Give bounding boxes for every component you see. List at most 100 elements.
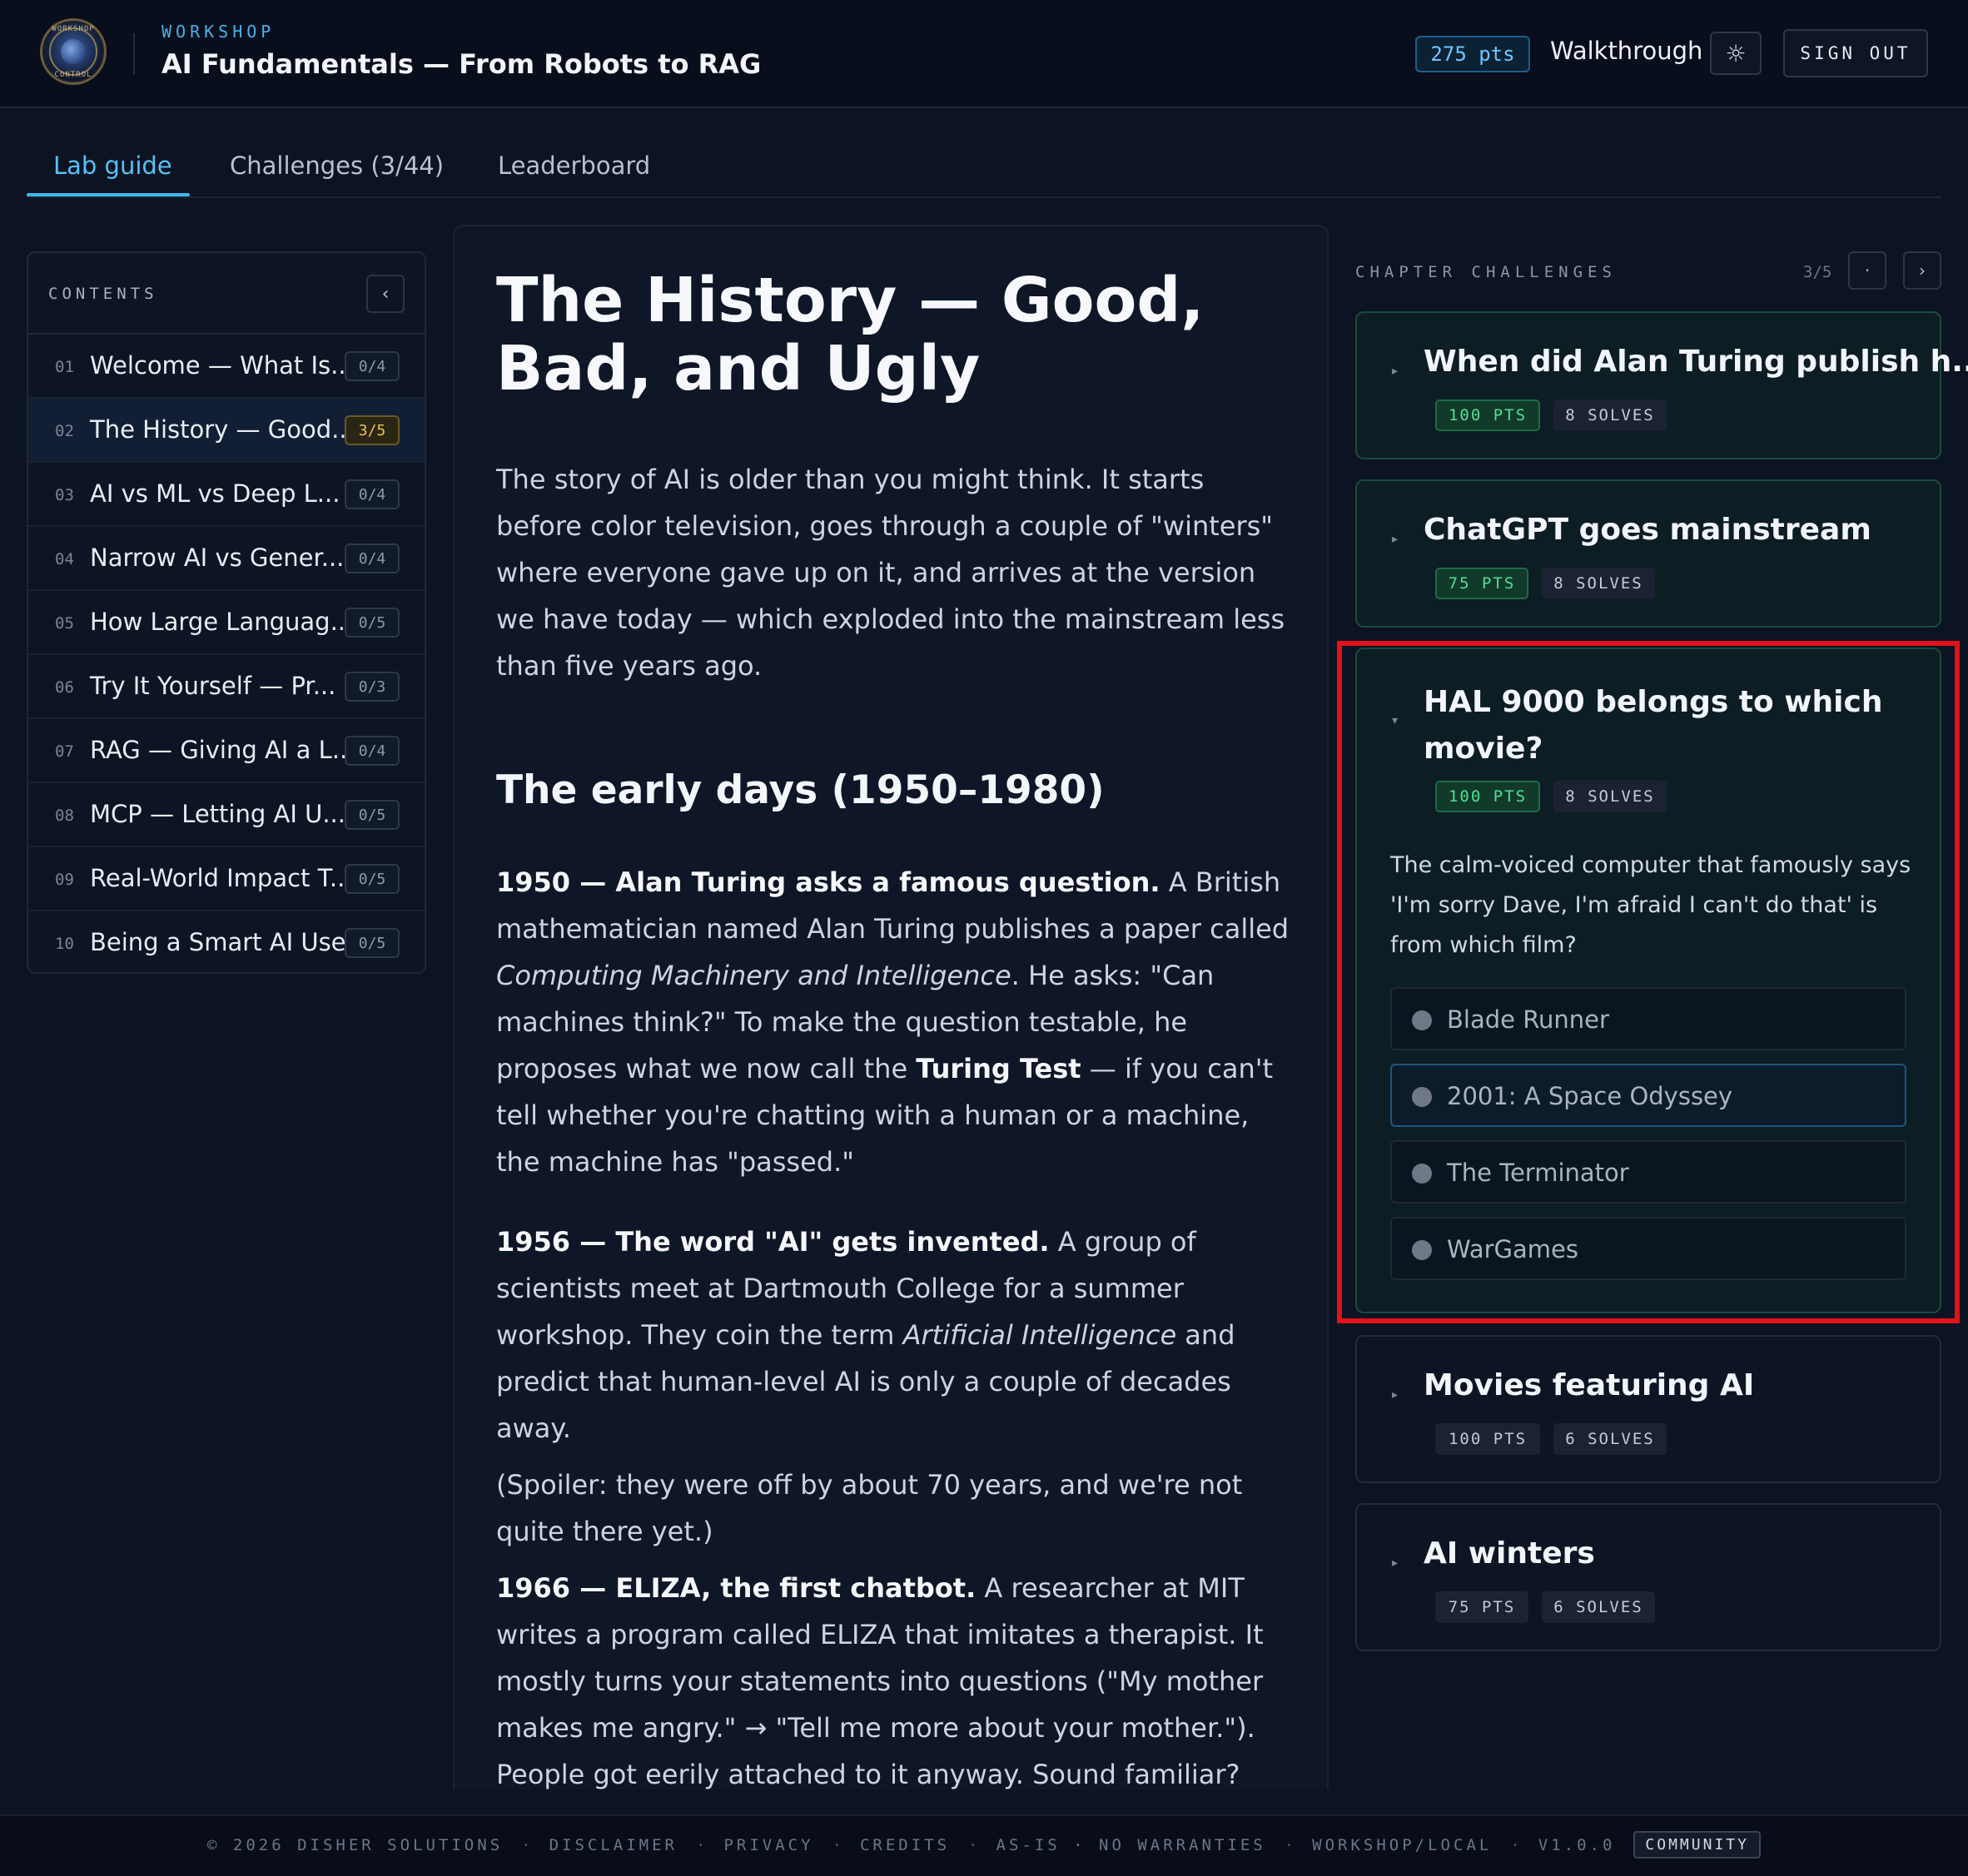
collapse-sidebar-button[interactable]: ‹	[366, 275, 405, 313]
sidebar-item-label: Real-World Impact T...	[90, 864, 353, 892]
sidebar-item-number: 02	[55, 422, 74, 440]
tab-challenges[interactable]: Challenges (3/44)	[230, 151, 444, 180]
sidebar-item[interactable]: 01 Welcome — What Is... 0/4	[28, 335, 425, 399]
sidebar-item-label: Welcome — What Is...	[90, 351, 354, 380]
walkthrough-link[interactable]: Walkthrough	[1550, 37, 1702, 65]
points-badge: 100 PTS	[1435, 781, 1540, 812]
footer-separator: ·	[1284, 1835, 1295, 1854]
sidebar-item-number: 08	[55, 806, 74, 825]
sidebar-item-number: 03	[55, 486, 74, 504]
solves-badge: 8 SOLVES	[1553, 781, 1667, 812]
progress-badge: 0/4	[345, 479, 400, 509]
footer-separator: ·	[521, 1835, 531, 1854]
theme-toggle-button[interactable]: ☼	[1710, 32, 1762, 75]
sidebar-item-number: 01	[55, 358, 74, 376]
answer-option[interactable]: WarGames	[1390, 1217, 1906, 1280]
footer-separator: ·	[832, 1835, 842, 1854]
progress-badge: 0/5	[345, 928, 400, 958]
lab-guide-article: The History — Good, Bad, and Ugly The st…	[453, 225, 1329, 1789]
sidebar-item-label: RAG — Giving AI a L...	[90, 736, 355, 764]
paragraph-1956: 1956 — The word "AI" gets invented. A gr…	[496, 1226, 1235, 1444]
header-kicker: WORKSHOP	[162, 22, 276, 42]
sidebar-item[interactable]: 02 The History — Good... 3/5	[28, 399, 425, 463]
footer-link[interactable]: DISCLAIMER	[549, 1836, 678, 1854]
sidebar-item[interactable]: 10 Being a Smart AI User 0/5	[28, 911, 425, 972]
radio-dot-icon	[1412, 1164, 1432, 1184]
footer-link[interactable]: V1.0.0	[1538, 1836, 1616, 1854]
sidebar-item-number: 05	[55, 614, 74, 633]
challenge-card[interactable]: ▸ AI winters 75 PTS 6 SOLVES	[1355, 1503, 1941, 1651]
sidebar-item[interactable]: 08 MCP — Letting AI U... 0/5	[28, 783, 425, 847]
challenge-title: When did Alan Turing publish h...	[1424, 345, 1968, 379]
radio-dot-icon	[1412, 1240, 1432, 1260]
paragraph-spoiler: (Spoiler: they were off by about 70 year…	[496, 1469, 1243, 1547]
challenge-card-expanded: ▾ HAL 9000 belongs to which movie? 100 P…	[1355, 648, 1941, 1313]
progress-badge: 0/4	[345, 543, 400, 573]
footer-link[interactable]: PRIVACY	[723, 1836, 813, 1854]
answer-option[interactable]: The Terminator	[1390, 1140, 1906, 1204]
community-badge[interactable]: COMMUNITY	[1633, 1831, 1761, 1859]
caret-right-icon: ▸	[1392, 1556, 1399, 1570]
progress-badge: 0/3	[345, 672, 400, 702]
caret-right-icon: ▸	[1392, 1388, 1399, 1402]
sun-icon: ☼	[1725, 39, 1747, 67]
challenge-card[interactable]: ▸ ChatGPT goes mainstream 75 PTS 8 SOLVE…	[1355, 479, 1941, 628]
challenge-title: AI winters	[1424, 1536, 1595, 1571]
footer-link[interactable]: WORKSHOP/LOCAL	[1312, 1836, 1492, 1854]
contents-sidebar: CONTENTS ‹ 01 Welcome — What Is... 0/4 02 Th…	[27, 251, 426, 974]
points-badge: 275 pts	[1415, 36, 1530, 72]
sidebar-item-number: 07	[55, 742, 74, 761]
answer-option[interactable]: 2001: A Space Odyssey	[1390, 1064, 1906, 1127]
next-chapter-button[interactable]: ›	[1903, 251, 1941, 290]
challenge-title: Movies featuring AI	[1424, 1368, 1755, 1402]
header-divider	[133, 33, 135, 75]
sidebar-item-number: 06	[55, 678, 74, 697]
sidebar-item-label: MCP — Letting AI U...	[90, 800, 345, 828]
progress-badge: 0/5	[345, 864, 400, 894]
chevron-left-icon: ‹	[381, 283, 390, 305]
chevron-right-icon: ›	[1919, 261, 1926, 280]
sidebar-item[interactable]: 07 RAG — Giving AI a L... 0/4	[28, 719, 425, 783]
sidebar-item-label: The History — Good...	[90, 415, 355, 444]
chapter-challenges-title: CHAPTER CHALLENGES	[1355, 263, 1617, 281]
app-footer: © 2026 DISHER SOLUTIONS · DISCLAIMER · PRIVA…	[0, 1814, 1968, 1876]
sidebar-item[interactable]: 05 How Large Languag... 0/5	[28, 591, 425, 655]
challenge-card[interactable]: ▸ Movies featuring AI 100 PTS 6 SOLVES	[1355, 1335, 1941, 1483]
page-title: AI Fundamentals — From Robots to RAG	[162, 48, 762, 80]
challenge-card[interactable]: ▸ When did Alan Turing publish h... 100 …	[1355, 311, 1968, 459]
sign-out-button[interactable]: SIGN OUT	[1783, 29, 1928, 77]
sidebar-item[interactable]: 06 Try It Yourself — Pr... 0/3	[28, 655, 425, 719]
sidebar-item[interactable]: 09 Real-World Impact T... 0/5	[28, 847, 425, 911]
footer-link[interactable]: AS-IS · NO WARRANTIES	[996, 1836, 1266, 1854]
paragraph-1950: 1950 — Alan Turing asks a famous questio…	[496, 866, 1290, 1178]
points-badge: 100 PTS	[1435, 400, 1540, 431]
solves-badge: 6 SOLVES	[1553, 1423, 1667, 1455]
progress-badge: 0/4	[345, 351, 400, 381]
progress-badge: 0/4	[345, 736, 400, 766]
sidebar-item[interactable]: 04 Narrow AI vs Gener... 0/4	[28, 527, 425, 591]
footer-link[interactable]: CREDITS	[860, 1836, 950, 1854]
answer-option[interactable]: Blade Runner	[1390, 987, 1906, 1050]
chapter-title: The History — Good, Bad, and Ugly	[496, 265, 1205, 404]
dot-icon: ·	[1864, 261, 1871, 280]
challenge-title[interactable]: HAL 9000 belongs to which movie?	[1424, 679, 1890, 772]
radio-dot-icon	[1412, 1087, 1432, 1107]
sidebar-item-label: How Large Languag...	[90, 608, 354, 636]
solves-badge: 8 SOLVES	[1553, 400, 1667, 431]
active-tab-indicator	[27, 193, 190, 196]
radio-dot-icon	[1412, 1010, 1432, 1030]
sidebar-item-number: 10	[55, 935, 74, 953]
challenge-title: ChatGPT goes mainstream	[1424, 513, 1871, 547]
tab-leaderboard[interactable]: Leaderboard	[498, 151, 650, 180]
footer-separator: ·	[968, 1835, 978, 1854]
footer-separator: ·	[1510, 1835, 1520, 1854]
tab-lab-guide[interactable]: Lab guide	[53, 151, 172, 180]
sidebar-item-number: 09	[55, 871, 74, 889]
caret-down-icon[interactable]: ▾	[1392, 714, 1398, 727]
caret-right-icon: ▸	[1392, 365, 1399, 378]
sidebar-item[interactable]: 03 AI vs ML vs Deep L... 0/4	[28, 463, 425, 527]
progress-badge: 3/5	[345, 415, 400, 445]
prev-chapter-button[interactable]: ·	[1848, 251, 1886, 290]
points-badge: 75 PTS	[1435, 568, 1528, 599]
sidebar-title: CONTENTS	[48, 285, 158, 303]
